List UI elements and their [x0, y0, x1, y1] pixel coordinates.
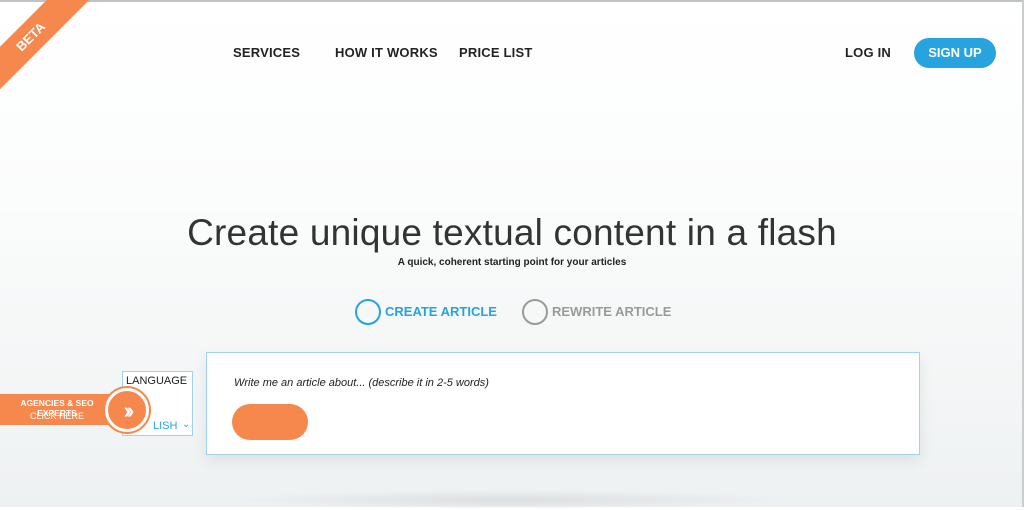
radio-circle-icon[interactable]: [355, 299, 381, 325]
nav-how-it-works[interactable]: HOW IT WORKS: [335, 45, 438, 60]
generate-button[interactable]: [232, 404, 308, 440]
agencies-cta: CLICK HERE: [29, 411, 84, 421]
double-chevron-right-icon: ››: [123, 398, 135, 423]
beta-ribbon: BETA: [0, 0, 95, 101]
language-label: LANGUAGE: [126, 375, 188, 387]
chevron-down-icon[interactable]: ⌄: [182, 419, 190, 430]
article-topic-prompt[interactable]: Write me an article about... (describe i…: [234, 377, 489, 389]
window-top-edge: [0, 0, 1024, 2]
agencies-open-button[interactable]: ››: [105, 388, 149, 432]
language-value: LISH: [153, 420, 178, 432]
agencies-banner[interactable]: AGENCIES & SEO EXPERTS CLICK HERE: [0, 394, 116, 425]
page-title: Create unique textual content in a flash: [187, 212, 837, 253]
page-subtitle: A quick, coherent starting point for you…: [397, 257, 627, 268]
section-shadow: [230, 490, 790, 510]
create-article-label: CREATE ARTICLE: [385, 304, 497, 319]
radio-circle-icon[interactable]: [522, 299, 548, 325]
article-input-card[interactable]: Write me an article about... (describe i…: [206, 352, 920, 455]
nav-price-list[interactable]: PRICE LIST: [459, 45, 533, 60]
nav-services[interactable]: SERVICES: [233, 45, 300, 60]
rewrite-article-label: REWRITE ARTICLE: [552, 304, 672, 319]
login-link[interactable]: LOG IN: [845, 45, 891, 60]
signup-button[interactable]: SIGN UP: [914, 38, 996, 68]
